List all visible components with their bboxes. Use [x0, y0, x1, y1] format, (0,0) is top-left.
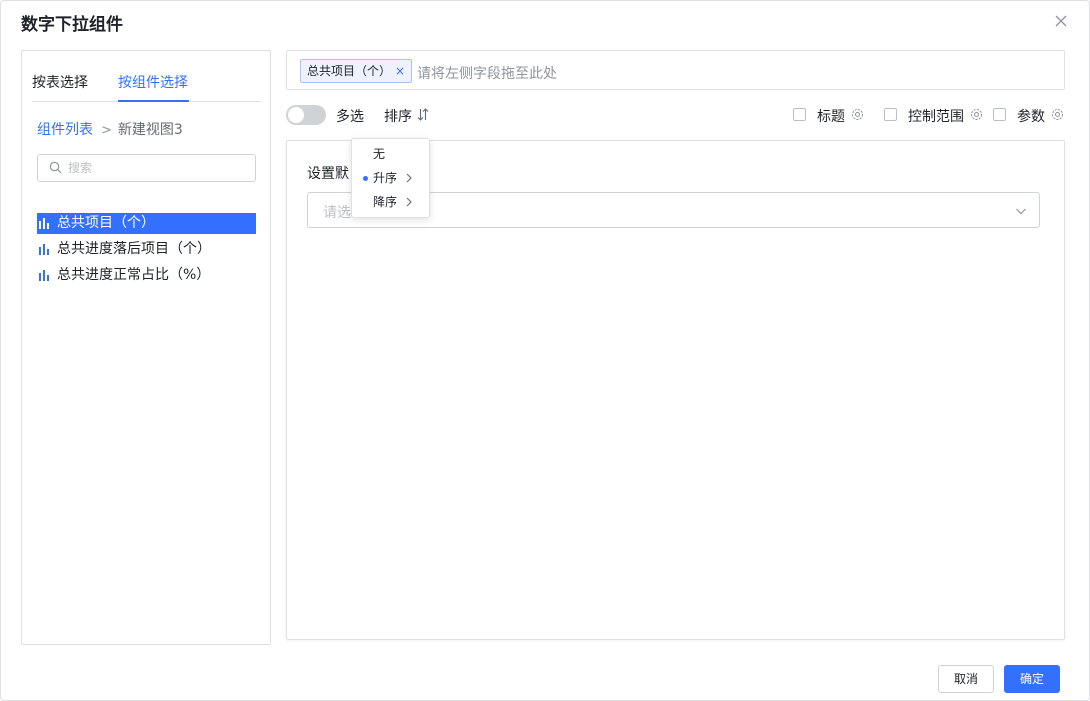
sort-menu-item-desc[interactable]: 降序 — [352, 191, 431, 213]
close-icon[interactable] — [1053, 14, 1069, 30]
field-item-total-projects[interactable]: 总共项目（个） — [37, 213, 256, 234]
field-item-label: 总共进度正常占比（%） — [57, 267, 211, 283]
control-range-checkbox[interactable] — [884, 108, 897, 121]
sort-menu-item-none[interactable]: 无 — [352, 143, 431, 165]
gear-icon[interactable] — [970, 108, 983, 121]
menu-item-label: 降序 — [373, 195, 398, 209]
params-label: 参数 — [1017, 109, 1045, 125]
tab-by-component[interactable]: 按组件选择 — [118, 72, 188, 92]
bar-chart-icon — [39, 244, 49, 255]
title-label: 标题 — [817, 109, 845, 125]
chevron-right-icon — [406, 173, 412, 183]
select-placeholder: 请选 — [323, 205, 351, 221]
multi-select-toggle[interactable] — [286, 105, 326, 125]
multi-select-label: 多选 — [336, 109, 364, 125]
menu-item-label: 无 — [373, 147, 386, 161]
default-value-label: 设置默 — [307, 166, 349, 182]
sort-menu: 无 升序 降序 — [351, 138, 430, 218]
field-tag: 总共项目（个） × — [300, 59, 413, 83]
field-dropzone[interactable]: 总共项目（个） × 请将左侧字段拖至此处 — [286, 50, 1065, 90]
control-range-label: 控制范围 — [908, 109, 964, 125]
breadcrumb-separator: > — [101, 123, 112, 138]
cancel-button[interactable]: 取消 — [938, 665, 994, 693]
gear-icon[interactable] — [851, 108, 864, 121]
breadcrumb-component-list[interactable]: 组件列表 — [37, 122, 93, 138]
dropzone-hint: 请将左侧字段拖至此处 — [417, 66, 557, 82]
menu-item-label: 升序 — [373, 171, 398, 185]
dialog: 数字下拉组件 按表选择 按组件选择 组件列表 > 新建视图3 总共项目（个） 总共进… — [0, 0, 1090, 701]
field-list: 总共项目（个） 总共进度落后项目（个） 总共进度正常占比（%） — [37, 213, 256, 291]
toolbar: 多选 排序 标题 控制范围 参数 — [286, 104, 1065, 126]
sort-menu-item-asc[interactable]: 升序 — [352, 167, 431, 189]
confirm-button[interactable]: 确定 — [1004, 665, 1060, 693]
search-icon — [49, 161, 62, 174]
breadcrumb-current: 新建视图3 — [117, 122, 183, 138]
bar-chart-icon — [39, 218, 49, 229]
active-tab-indicator — [118, 100, 189, 102]
gear-icon[interactable] — [1051, 108, 1064, 121]
field-tag-label: 总共项目（个） — [307, 64, 392, 78]
sort-button[interactable]: 排序 — [384, 106, 412, 126]
selected-dot-icon — [363, 176, 368, 181]
field-item-behind-projects[interactable]: 总共进度落后项目（个） — [37, 239, 256, 260]
remove-tag-icon[interactable]: × — [395, 60, 405, 82]
left-panel: 按表选择 按组件选择 组件列表 > 新建视图3 总共项目（个） 总共进度落后项目（个… — [21, 50, 271, 645]
toggle-knob — [288, 107, 304, 123]
search-box — [37, 154, 256, 182]
chevron-down-icon — [1016, 208, 1026, 215]
title-checkbox[interactable] — [793, 108, 806, 121]
search-input[interactable] — [68, 158, 248, 178]
tab-by-table[interactable]: 按表选择 — [32, 72, 88, 92]
field-item-label: 总共项目（个） — [57, 215, 155, 231]
chevron-right-icon — [406, 197, 412, 207]
field-item-normal-ratio[interactable]: 总共进度正常占比（%） — [37, 265, 256, 286]
tab-bar: 按表选择 按组件选择 — [32, 69, 261, 102]
params-checkbox[interactable] — [993, 108, 1006, 121]
dialog-title: 数字下拉组件 — [21, 15, 123, 35]
bar-chart-icon — [39, 270, 49, 281]
breadcrumb: 组件列表 > 新建视图3 — [37, 119, 183, 139]
field-item-label: 总共进度落后项目（个） — [57, 241, 211, 257]
sort-icon[interactable] — [417, 108, 429, 121]
